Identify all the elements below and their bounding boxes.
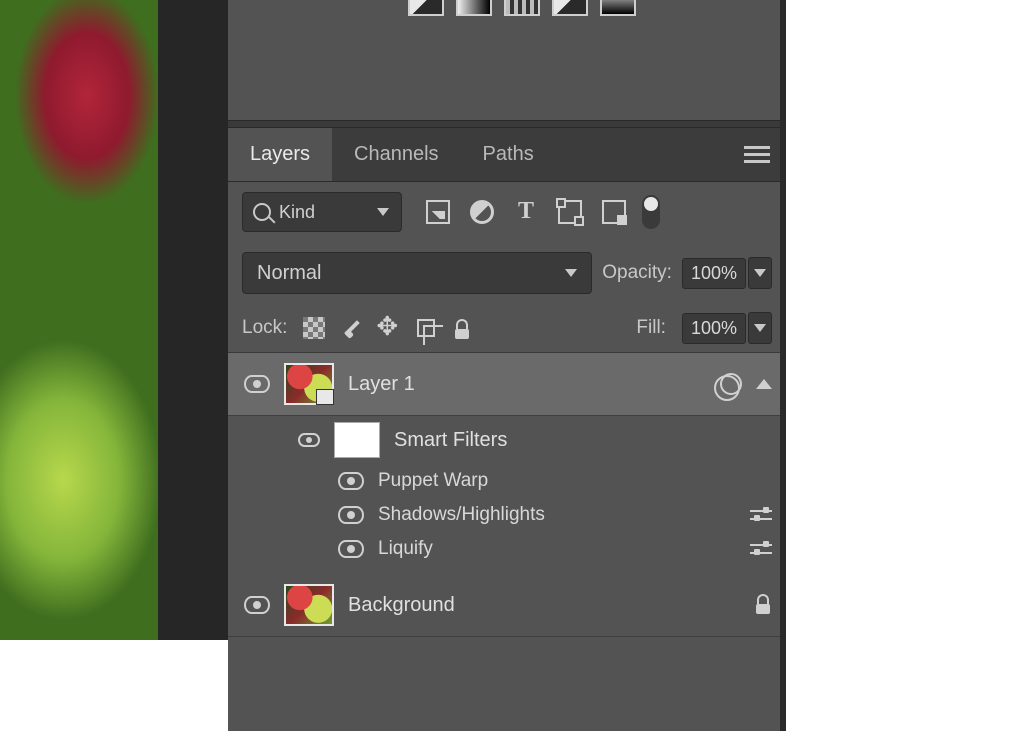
panel-menu-icon[interactable]: [744, 146, 770, 164]
visibility-icon[interactable]: [338, 506, 364, 524]
smart-filters-label: Smart Filters: [394, 429, 772, 452]
blend-mode-dropdown[interactable]: Normal: [242, 252, 592, 294]
filter-blending-options-icon[interactable]: [750, 507, 772, 523]
tab-channels[interactable]: Channels: [332, 128, 461, 181]
lock-artboard-icon[interactable]: [417, 319, 435, 337]
filter-mask-thumbnail[interactable]: [334, 422, 380, 458]
layer-thumbnail[interactable]: [284, 584, 334, 626]
tab-paths[interactable]: Paths: [461, 128, 556, 181]
opacity-label: Opacity:: [602, 262, 672, 284]
lock-transparency-icon[interactable]: [303, 317, 325, 339]
visibility-icon[interactable]: [338, 540, 364, 558]
filter-kind-label: Kind: [279, 202, 369, 223]
opacity-dropdown[interactable]: [748, 257, 772, 289]
chevron-down-icon: [565, 269, 577, 277]
preset-thumb[interactable]: [552, 0, 588, 16]
layer-filter-row: Kind T: [228, 182, 786, 242]
filter-shape-icon[interactable]: [558, 200, 582, 224]
visibility-icon[interactable]: [338, 472, 364, 490]
chevron-down-icon: [754, 324, 766, 332]
panel-divider[interactable]: [228, 120, 786, 128]
filter-blending-options-icon[interactable]: [750, 541, 772, 557]
layer-row-background[interactable]: Background: [228, 574, 786, 637]
lock-pixels-icon[interactable]: [341, 317, 363, 339]
filter-pixel-icon[interactable]: [426, 200, 450, 224]
empty-area: [786, 0, 1024, 731]
layer-list: Layer 1 Smart Filters Puppet Warp Shadow…: [228, 352, 786, 637]
panels-column: Layers Channels Paths Kind T Nor: [228, 0, 786, 731]
lock-row: Lock: Fill: 100%: [228, 304, 786, 352]
filter-kind-dropdown[interactable]: Kind: [242, 192, 402, 232]
blend-row: Normal Opacity: 100%: [228, 242, 786, 304]
filter-type-icon[interactable]: T: [514, 200, 538, 224]
preset-thumbnails: [408, 0, 636, 16]
blend-mode-label: Normal: [257, 262, 565, 285]
search-icon: [253, 203, 271, 221]
layer-name[interactable]: Layer 1: [348, 373, 706, 396]
opacity-value[interactable]: 100%: [682, 258, 746, 289]
smart-filter-puppet-warp[interactable]: Puppet Warp: [228, 464, 786, 498]
tab-layers[interactable]: Layers: [228, 128, 332, 181]
filter-smartobject-icon[interactable]: [602, 200, 626, 224]
canvas-image[interactable]: [0, 0, 158, 640]
layer-row-layer1[interactable]: Layer 1: [228, 353, 786, 416]
upper-panel: [228, 0, 786, 120]
collapse-icon[interactable]: [756, 379, 772, 389]
preset-thumb[interactable]: [456, 0, 492, 16]
preset-thumb[interactable]: [408, 0, 444, 16]
visibility-icon[interactable]: [298, 433, 320, 447]
visibility-icon[interactable]: [244, 375, 270, 393]
chevron-down-icon: [377, 208, 389, 216]
lock-icon[interactable]: [754, 596, 772, 614]
visibility-icon[interactable]: [244, 596, 270, 614]
smart-filter-liquify[interactable]: Liquify: [228, 532, 786, 574]
smart-filter-shadows-highlights[interactable]: Shadows/Highlights: [228, 498, 786, 532]
fill-value[interactable]: 100%: [682, 313, 746, 344]
filter-name: Shadows/Highlights: [378, 504, 736, 526]
filter-name: Liquify: [378, 538, 736, 560]
canvas-pasteboard: [158, 0, 228, 640]
fill-label: Fill:: [636, 317, 666, 339]
lock-position-icon[interactable]: [379, 317, 401, 339]
preset-thumb[interactable]: [600, 0, 636, 16]
preset-thumb[interactable]: [504, 0, 540, 16]
smart-filters-row[interactable]: Smart Filters: [228, 416, 786, 464]
filter-toggle[interactable]: [642, 195, 660, 229]
panel-tabs: Layers Channels Paths: [228, 128, 786, 182]
filter-name: Puppet Warp: [378, 470, 772, 492]
lock-label: Lock:: [242, 317, 287, 339]
filter-effects-icon[interactable]: [720, 373, 742, 395]
fill-dropdown[interactable]: [748, 312, 772, 344]
chevron-down-icon: [754, 269, 766, 277]
filter-adjustment-icon[interactable]: [470, 200, 494, 224]
layer-thumbnail[interactable]: [284, 363, 334, 405]
layer-name[interactable]: Background: [348, 594, 740, 617]
lock-all-icon[interactable]: [451, 317, 473, 339]
